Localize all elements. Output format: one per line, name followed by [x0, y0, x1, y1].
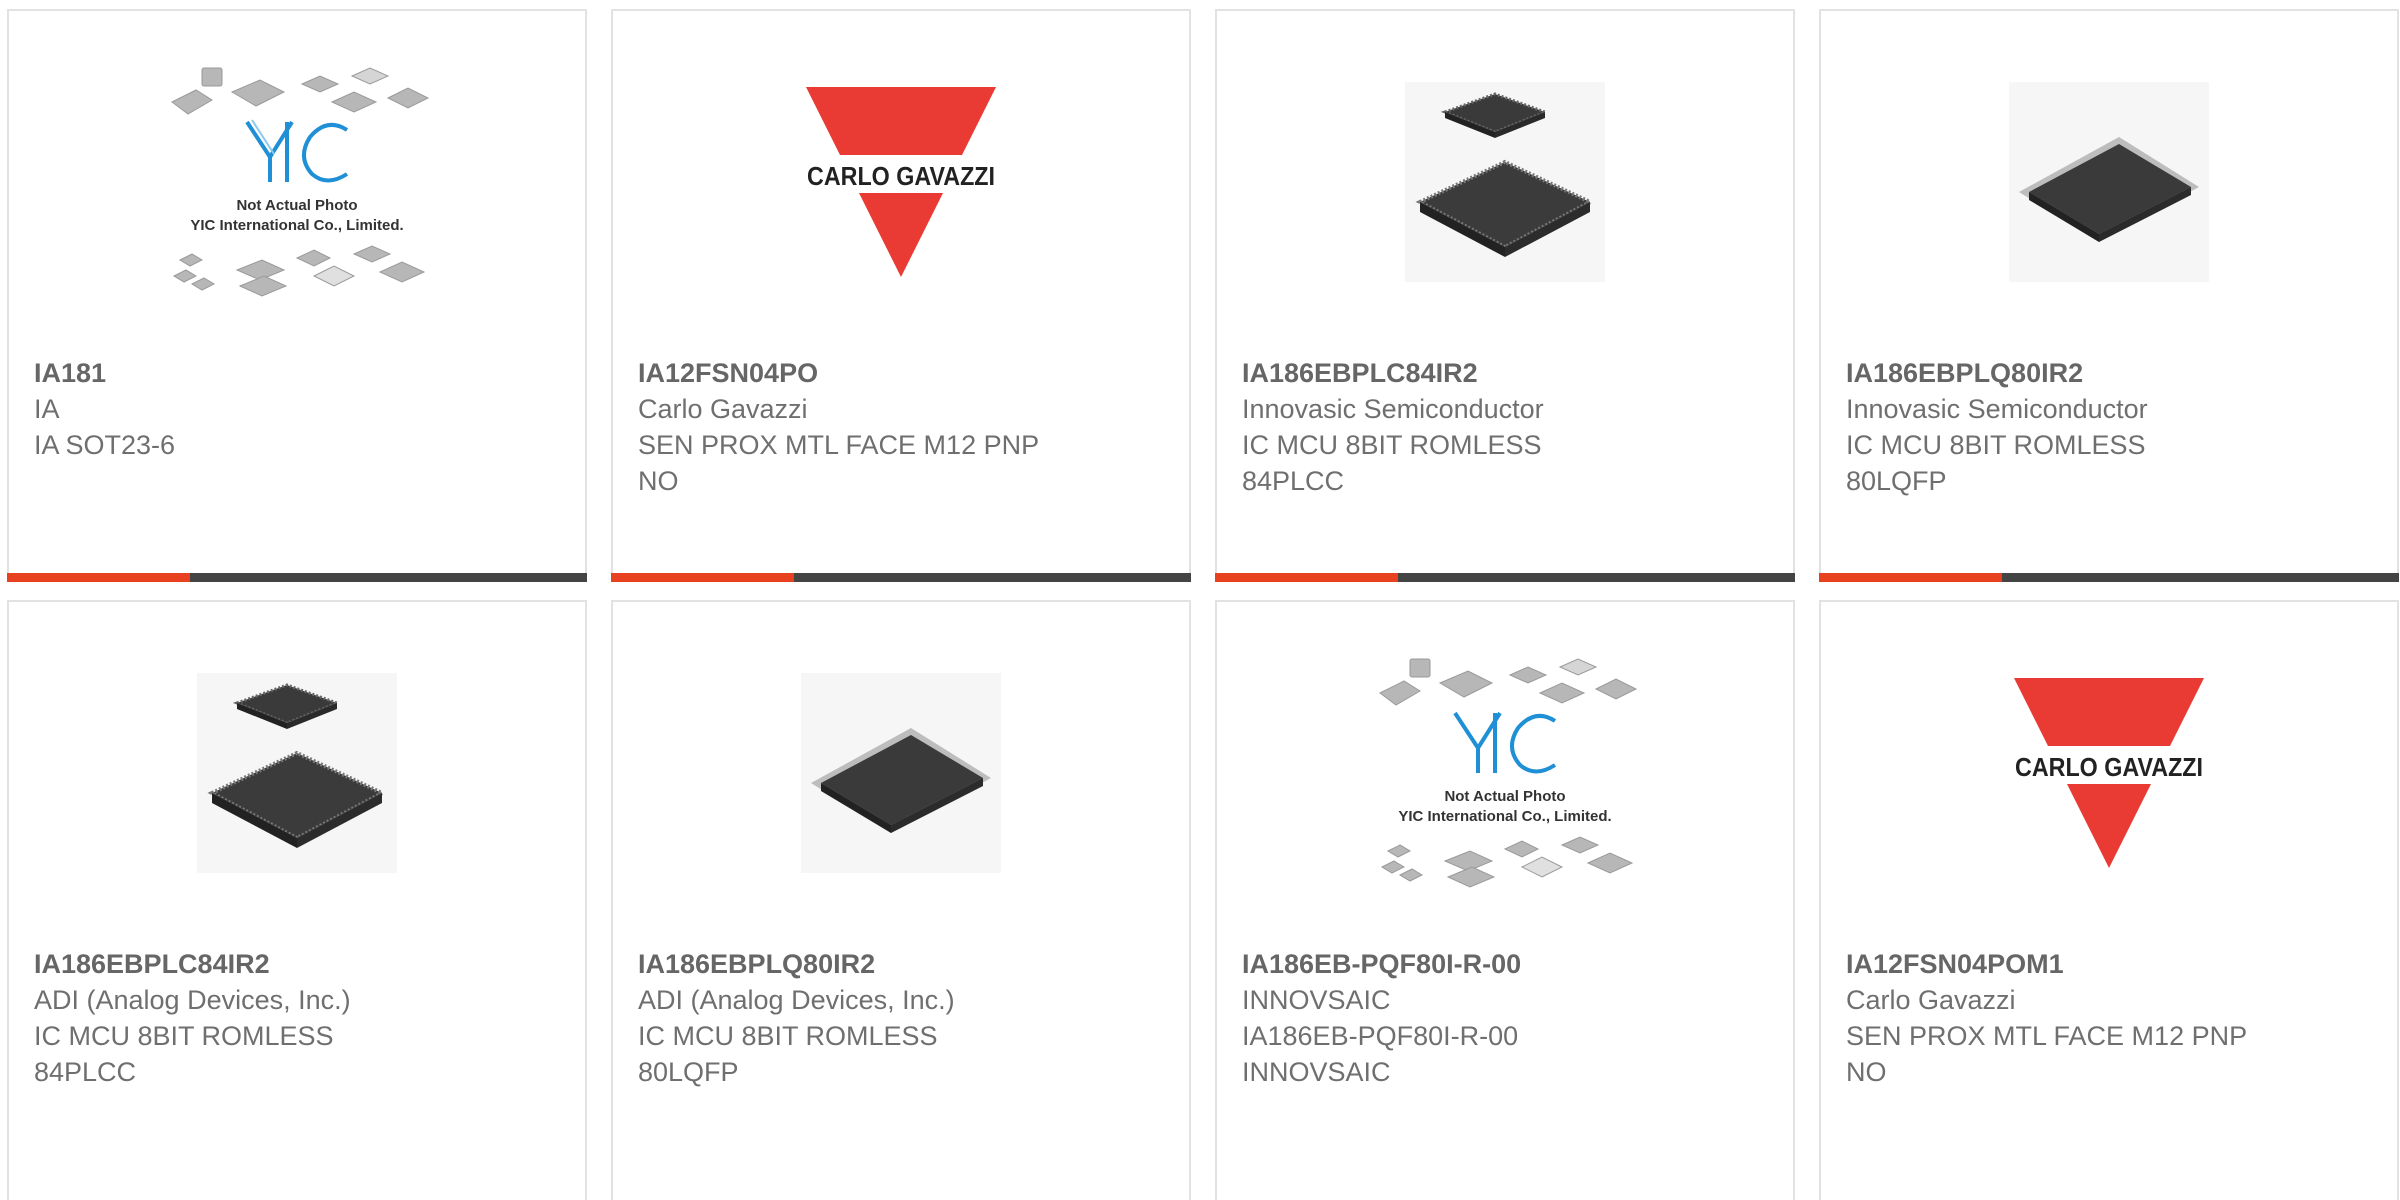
part-number[interactable]: IA186EBPLQ80IR2	[638, 946, 1169, 982]
part-number[interactable]: IA186EBPLC84IR2	[34, 946, 565, 982]
product-photo[interactable]: CARLO GAVAZZI	[1821, 666, 2397, 880]
product-card[interactable]: IA186EBPLQ80IR2 ADI (Analog Devices, Inc…	[611, 600, 1191, 1200]
part-number[interactable]: IA186EB-PQF80I-R-00	[1242, 946, 1773, 982]
package: 80LQFP	[638, 1057, 739, 1087]
carlo-gavazzi-logo: CARLO GAVAZZI	[2009, 678, 2209, 868]
description: IA186EB-PQF80I-R-00	[1242, 1021, 1519, 1051]
product-card[interactable]: CARLO GAVAZZI IA12FSN04POM1 Carlo Gavazz…	[1819, 600, 2399, 1200]
manufacturer: Carlo Gavazzi	[1846, 985, 2016, 1015]
product-card[interactable]: Not Actual Photo YIC International Co., …	[1215, 600, 1795, 1200]
yic-placeholder-image: Not Actual Photo YIC International Co., …	[1379, 658, 1638, 888]
description: IC MCU 8BIT ROMLESS	[638, 1021, 938, 1051]
photo-caption: Not Actual Photo	[1444, 788, 1565, 805]
lqfp-chip-image	[801, 673, 1001, 873]
manufacturer: ADI (Analog Devices, Inc.)	[34, 985, 351, 1015]
description: IC MCU 8BIT ROMLESS	[34, 1021, 334, 1051]
description-cont: NO	[1846, 1057, 1887, 1087]
product-card[interactable]: IA186EBPLC84IR2 ADI (Analog Devices, Inc…	[7, 600, 587, 1200]
product-grid-row-2: IA186EBPLC84IR2 ADI (Analog Devices, Inc…	[0, 0, 2400, 1200]
logo-text: CARLO GAVAZZI	[2015, 752, 2203, 782]
description-cont: INNOVSAIC	[1242, 1057, 1391, 1087]
part-number[interactable]: IA12FSN04POM1	[1846, 946, 2377, 982]
product-photo[interactable]	[613, 666, 1189, 880]
manufacturer: INNOVSAIC	[1242, 985, 1391, 1015]
description: SEN PROX MTL FACE M12 PNP	[1846, 1021, 2248, 1051]
package: 84PLCC	[34, 1057, 137, 1087]
manufacturer: ADI (Analog Devices, Inc.)	[638, 985, 955, 1015]
plcc-chip-image	[197, 673, 397, 873]
product-photo[interactable]	[9, 666, 585, 880]
product-photo[interactable]: Not Actual Photo YIC International Co., …	[1217, 658, 1793, 888]
photo-caption: YIC International Co., Limited.	[1398, 808, 1611, 825]
